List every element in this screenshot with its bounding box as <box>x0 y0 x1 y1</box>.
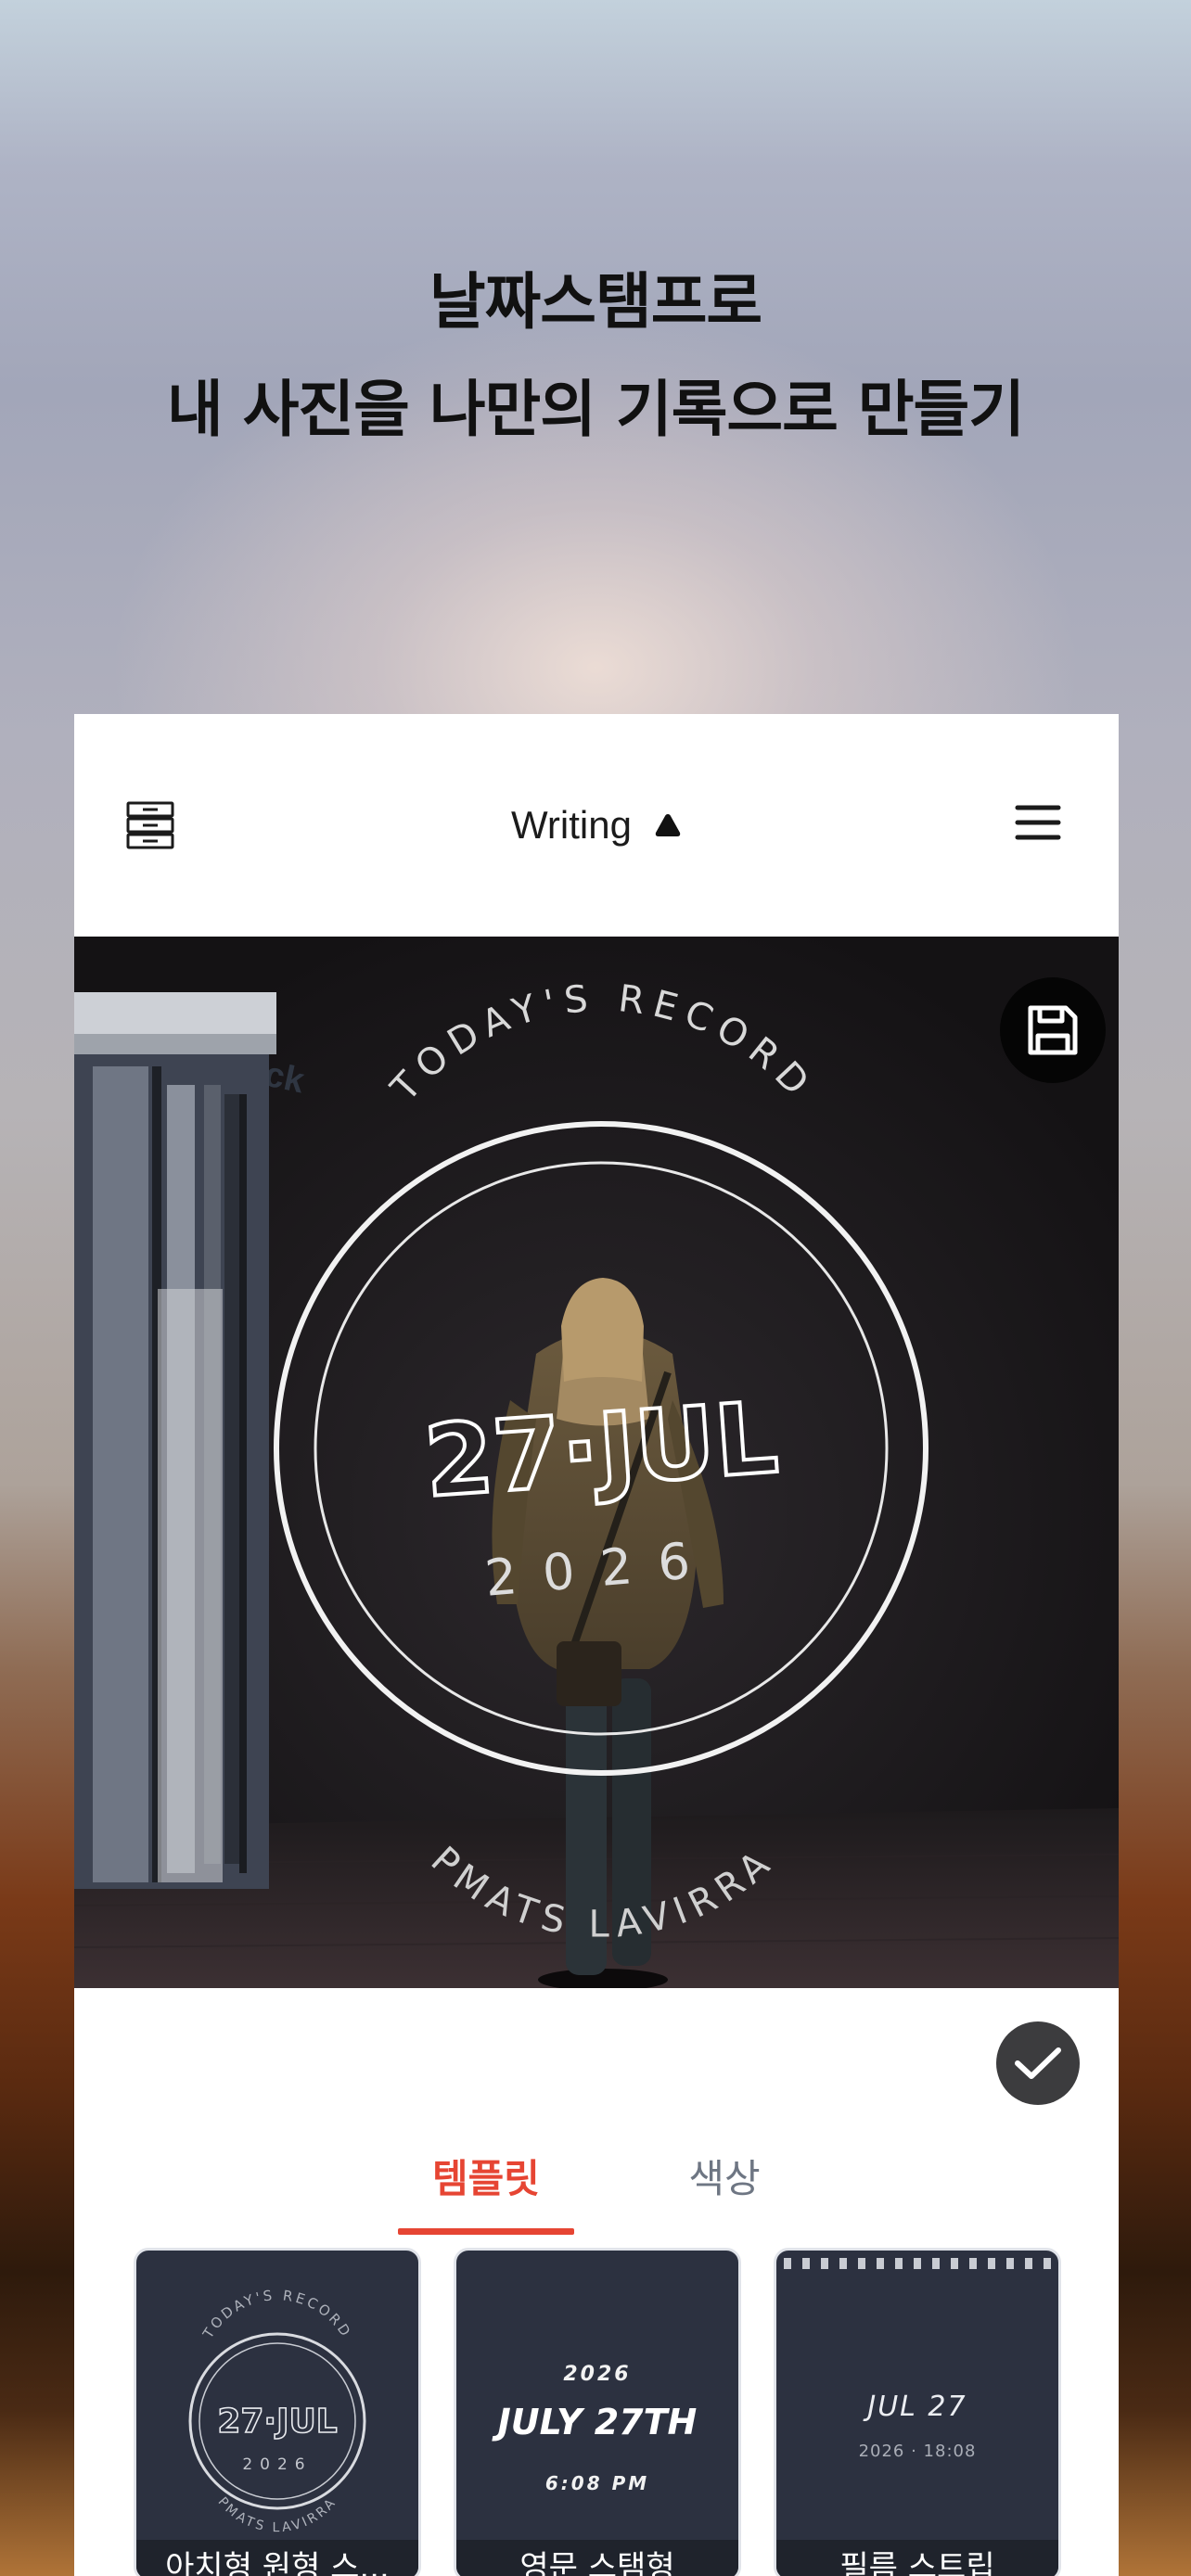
app-screen: Writing TODAY'S RECORD 27·JUL 2026 PMATS… <box>74 714 1119 2576</box>
template-preview: TODAY'S RECORD 27·JUL 2026 PMATS LAVIRRA <box>188 2287 366 2535</box>
tab-color[interactable]: 색상 <box>641 2142 808 2235</box>
card-date: JUL 27 <box>863 2391 967 2423</box>
template-card-arch-circle[interactable]: TODAY'S RECORD 27·JUL 2026 PMATS LAVIRRA… <box>134 2248 421 2576</box>
card-bottom-text: PMATS LAVIRRA <box>215 2494 338 2535</box>
photo-image: Neck TODA <box>74 937 1119 1988</box>
svg-text:PMATS LAVIRRA: PMATS LAVIRRA <box>215 2494 340 2535</box>
template-list: TODAY'S RECORD 27·JUL 2026 PMATS LAVIRRA… <box>74 2248 1119 2576</box>
card-sub: 2026 · 18:08 <box>859 2442 977 2461</box>
title-dropdown[interactable]: Writing <box>74 796 1119 855</box>
template-card-english-stamp[interactable]: 2026 JULY 27TH 6:08 PM 영문 스탬형 <box>454 2248 741 2576</box>
film-perforations <box>784 2258 1051 2269</box>
tab-template[interactable]: 템플릿 <box>398 2142 574 2235</box>
card-time: 6:08 PM <box>545 2472 649 2494</box>
promo-headline: 날짜스탬프로 내 사진을 나만의 기록으로 만들기 <box>0 249 1191 464</box>
template-card-film-strip[interactable]: JUL 27 2026 · 18:08 필름 스트립 <box>774 2248 1061 2576</box>
card-date: 27·JUL <box>217 2403 337 2441</box>
card-date: JULY 27TH <box>492 2402 698 2442</box>
tab-bar: 템플릿 색상 <box>74 2142 1119 2235</box>
photo-canvas[interactable]: Neck TODA <box>74 937 1119 1988</box>
app-title: Writing <box>511 803 632 847</box>
headline-line-2: 내 사진을 나만의 기록으로 만들기 <box>167 374 1025 445</box>
save-button[interactable] <box>1000 977 1106 1083</box>
template-preview: JUL 27 2026 · 18:08 <box>784 2258 1051 2461</box>
template-preview: 2026 JULY 27TH 6:08 PM <box>492 2363 698 2494</box>
card-year: 2026 <box>242 2455 312 2474</box>
confirm-button[interactable] <box>996 2021 1080 2105</box>
headline-line-1: 날짜스탬프로 <box>429 266 762 338</box>
template-label: 영문 스탬형 <box>456 2540 738 2576</box>
app-bar: Writing <box>74 714 1119 937</box>
triangle-up-icon <box>655 814 681 836</box>
checkmark-icon <box>1015 2047 1061 2079</box>
template-label: 아치형 원형 스... <box>136 2540 418 2576</box>
card-year: 2026 <box>563 2363 631 2386</box>
floppy-disk-icon <box>1028 1005 1078 1055</box>
template-label: 필름 스트립 <box>776 2540 1058 2576</box>
hamburger-menu-icon[interactable] <box>1015 803 1061 842</box>
